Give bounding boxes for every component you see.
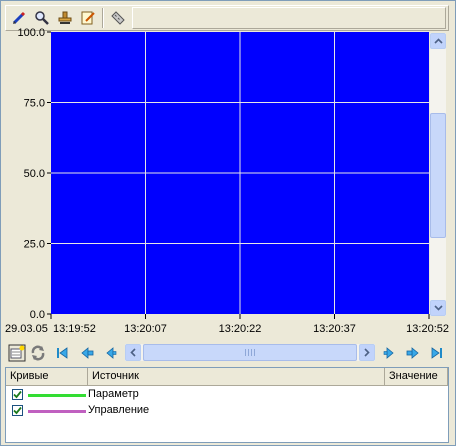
curves-table: Кривые Источник Значение Параметр Управл… bbox=[5, 367, 449, 443]
scroll-up-button[interactable] bbox=[430, 33, 446, 49]
fast-forward-icon bbox=[406, 347, 419, 359]
horizontal-scrollbar[interactable] bbox=[125, 344, 375, 361]
scroll-left-button[interactable] bbox=[125, 344, 141, 361]
horizontal-scroll-thumb[interactable] bbox=[143, 344, 357, 361]
chevron-up-icon bbox=[433, 38, 443, 44]
column-header-curves[interactable]: Кривые bbox=[6, 368, 88, 386]
go-to-end-button[interactable] bbox=[427, 343, 447, 363]
checkmark-icon bbox=[13, 390, 22, 399]
go-to-start-button[interactable] bbox=[52, 343, 72, 363]
first-icon bbox=[57, 347, 68, 359]
chevron-right-icon bbox=[364, 348, 370, 357]
y-axis-ticks: 100.0 75.0 50.0 25.0 0.0 bbox=[17, 27, 51, 321]
checkmark-icon bbox=[13, 406, 22, 415]
curve-color-swatch bbox=[28, 394, 86, 397]
chevron-down-icon bbox=[433, 305, 443, 311]
step-forward-button[interactable] bbox=[379, 343, 399, 363]
trend-chart: 100.075.050.025.00.0 13:19:52 13:20:07 13:… bbox=[5, 27, 449, 335]
table-row[interactable]: Управление bbox=[6, 403, 448, 419]
curve-checkbox[interactable] bbox=[12, 389, 23, 400]
vertical-scroll-thumb[interactable] bbox=[430, 113, 446, 238]
refresh-icon bbox=[31, 345, 45, 361]
trend-window: 100.0 75.0 50.0 25.0 0.0 13:19:52 13:20:07 13:… bbox=[0, 0, 456, 446]
y-tick-label: 25.0 bbox=[24, 239, 45, 251]
y-tick-label: 0.0 bbox=[30, 309, 45, 321]
scroll-right-button[interactable] bbox=[359, 344, 375, 361]
chevron-left-icon bbox=[130, 348, 136, 357]
column-header-value[interactable]: Значение bbox=[385, 368, 448, 386]
y-tick-label: 75.0 bbox=[24, 98, 45, 110]
table-header: Кривые Источник Значение bbox=[6, 368, 448, 386]
vertical-scrollbar[interactable] bbox=[430, 33, 446, 316]
table-row[interactable]: Параметр bbox=[6, 387, 448, 403]
page-forward-button[interactable] bbox=[403, 343, 423, 363]
y-tick-label: 100.0 bbox=[17, 27, 45, 39]
y-tick-label: 50.0 bbox=[24, 168, 45, 180]
x-tick-label: 13:20:22 bbox=[219, 323, 262, 335]
curve-source-label: Параметр bbox=[88, 388, 139, 400]
refresh-button[interactable] bbox=[28, 343, 48, 363]
x-axis-date-label: 29.03.05 bbox=[5, 323, 48, 335]
back-icon bbox=[106, 347, 117, 359]
x-tick-label: 13:20:07 bbox=[124, 323, 167, 335]
scroll-down-button[interactable] bbox=[430, 300, 446, 316]
fast-back-icon bbox=[81, 347, 94, 359]
add-curve-button[interactable] bbox=[7, 343, 27, 363]
curve-color-swatch bbox=[28, 410, 86, 413]
curve-source-label: Управление bbox=[88, 404, 150, 416]
x-tick-label: 13:19:52 bbox=[53, 323, 96, 335]
forward-icon bbox=[383, 347, 394, 359]
step-back-button[interactable] bbox=[101, 343, 121, 363]
x-axis-ticks: 13:19:52 13:20:07 13:20:22 13:20:37 13:20:52… bbox=[5, 314, 449, 335]
column-header-source[interactable]: Источник bbox=[88, 368, 385, 386]
page-back-button[interactable] bbox=[77, 343, 97, 363]
curve-checkbox[interactable] bbox=[12, 405, 23, 416]
last-icon bbox=[431, 347, 442, 359]
add-curve-icon bbox=[8, 344, 26, 362]
x-tick-label: 13:20:52 bbox=[406, 323, 449, 335]
navigation-bar bbox=[1, 341, 456, 365]
x-tick-label: 13:20:37 bbox=[313, 323, 356, 335]
